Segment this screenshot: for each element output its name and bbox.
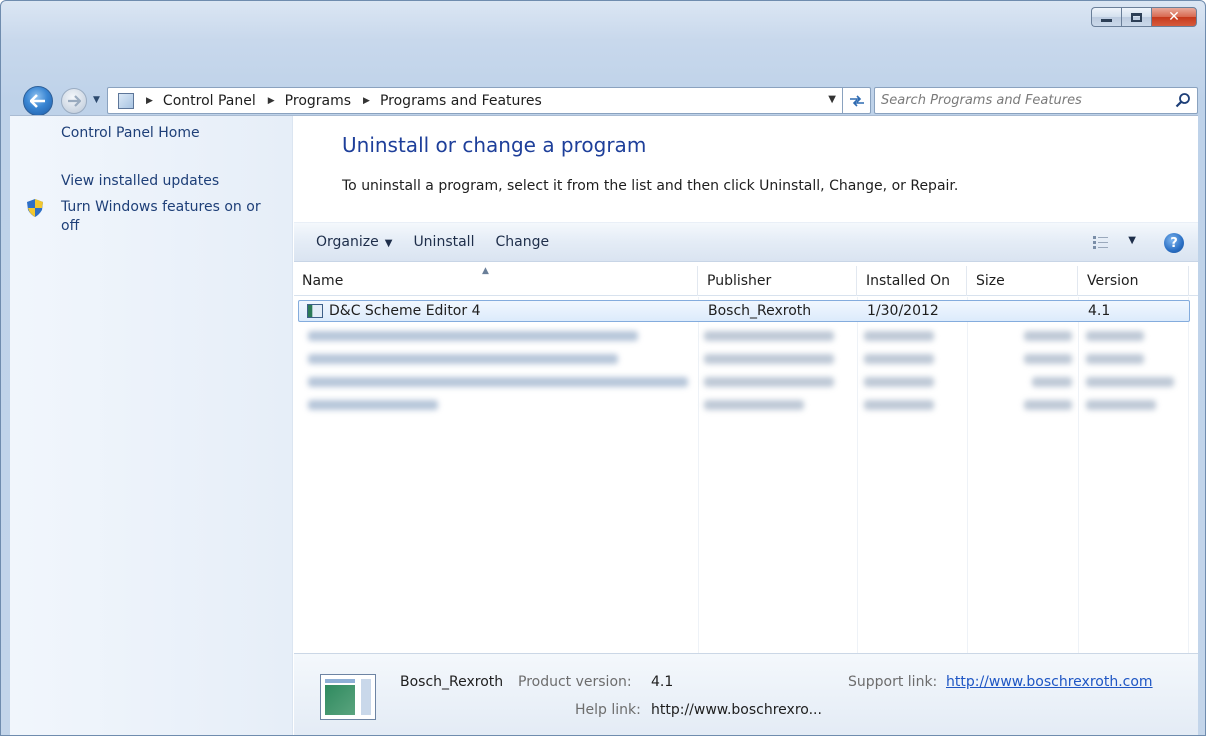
program-list: D&C Scheme Editor 4 Bosch_Rexroth 1/30/2… [294,297,1198,653]
control-panel-home-link[interactable]: Control Panel Home [61,124,200,143]
row-publisher: Bosch_Rexroth [708,303,812,319]
forward-arrow-icon [68,95,81,107]
back-arrow-icon [30,94,45,108]
product-version-value: 4.1 [651,674,674,690]
search-icon[interactable] [1175,92,1191,108]
uninstall-button[interactable]: Uninstall [413,234,474,250]
address-dropdown-icon[interactable]: ▼ [828,94,836,105]
main-pane: Uninstall or change a program To uninsta… [294,116,1198,735]
task-pane: Control Panel Home View installed update… [10,116,293,735]
search-box[interactable] [874,87,1198,114]
command-bar: Organize ▼ Uninstall Change ▼ ? [294,222,1198,262]
chevron-right-icon[interactable]: ▶ [268,96,275,106]
change-view-icon[interactable] [1092,235,1110,251]
caption-buttons: ✕ [1091,7,1197,27]
address-bar[interactable]: ▶ Control Panel ▶ Programs ▶ Programs an… [107,87,871,114]
view-dropdown-icon[interactable]: ▼ [1128,235,1136,246]
control-panel-icon [118,92,134,109]
refresh-icon [849,94,864,107]
page-title: Uninstall or change a program [342,133,647,157]
view-installed-updates-link[interactable]: View installed updates [61,172,219,191]
column-header-size[interactable]: Size [968,266,1078,296]
breadcrumb-control-panel[interactable]: Control Panel [163,93,256,109]
chevron-right-icon[interactable]: ▶ [363,96,370,106]
breadcrumb-programs-and-features[interactable]: Programs and Features [380,93,542,109]
close-button[interactable]: ✕ [1151,7,1197,27]
chevron-right-icon[interactable]: ▶ [146,96,153,106]
column-header-version[interactable]: Version [1079,266,1189,296]
breadcrumb-programs[interactable]: Programs [285,93,351,109]
back-button[interactable] [23,86,53,116]
column-divider [1188,297,1189,653]
minimize-icon [1101,18,1112,22]
recent-pages-dropdown-icon[interactable]: ▼ [93,95,100,105]
programs-and-features-window: ✕ ▼ ▶ Control Panel ▶ Programs ▶ Program… [0,0,1206,736]
help-icon[interactable]: ? [1164,233,1184,253]
product-version-label: Product version: [518,674,632,690]
maximize-icon [1131,12,1142,22]
details-pane: Bosch_Rexroth Product version: 4.1 Help … [294,653,1198,735]
chevron-down-icon: ▼ [384,238,393,249]
help-link-label: Help link: [575,702,641,718]
refresh-button[interactable] [842,87,870,114]
blurred-list-item[interactable] [302,348,1182,370]
row-installed-on: 1/30/2012 [867,303,939,319]
sort-ascending-icon: ▲ [482,266,489,276]
column-header-publisher[interactable]: Publisher [699,266,857,296]
support-link[interactable]: http://www.boschrexroth.com [946,674,1153,690]
column-header-name[interactable]: Name ▲ [294,266,698,296]
forward-button[interactable] [61,88,87,114]
organize-label: Organize [316,234,379,250]
change-button[interactable]: Change [495,234,549,250]
list-header: Name ▲ Publisher Installed On Size Versio… [294,266,1198,296]
organize-button[interactable]: Organize ▼ [316,234,392,250]
details-publisher-name: Bosch_Rexroth [400,674,504,690]
uac-shield-icon [27,199,43,217]
row-version: 4.1 [1088,303,1111,319]
page-description: To uninstall a program, select it from t… [342,178,959,194]
turn-windows-features-link[interactable]: Turn Windows features on or off [61,198,283,236]
maximize-button[interactable] [1121,7,1151,27]
program-large-icon [320,674,376,720]
close-icon: ✕ [1168,9,1180,25]
column-header-installed-on[interactable]: Installed On [858,266,967,296]
blurred-list-item[interactable] [302,325,1182,347]
blurred-list-item[interactable] [302,394,1182,416]
blurred-list-item[interactable] [302,371,1182,393]
table-row[interactable]: D&C Scheme Editor 4 Bosch_Rexroth 1/30/2… [298,300,1190,322]
help-link-value: http://www.boschrexro... [651,702,822,718]
minimize-button[interactable] [1091,7,1121,27]
content-area: Control Panel Home View installed update… [10,115,1198,735]
column-name-label: Name [302,273,344,289]
search-input[interactable] [875,88,1155,113]
row-name: D&C Scheme Editor 4 [329,303,481,319]
program-icon [307,304,323,318]
support-link-label: Support link: [848,674,938,690]
